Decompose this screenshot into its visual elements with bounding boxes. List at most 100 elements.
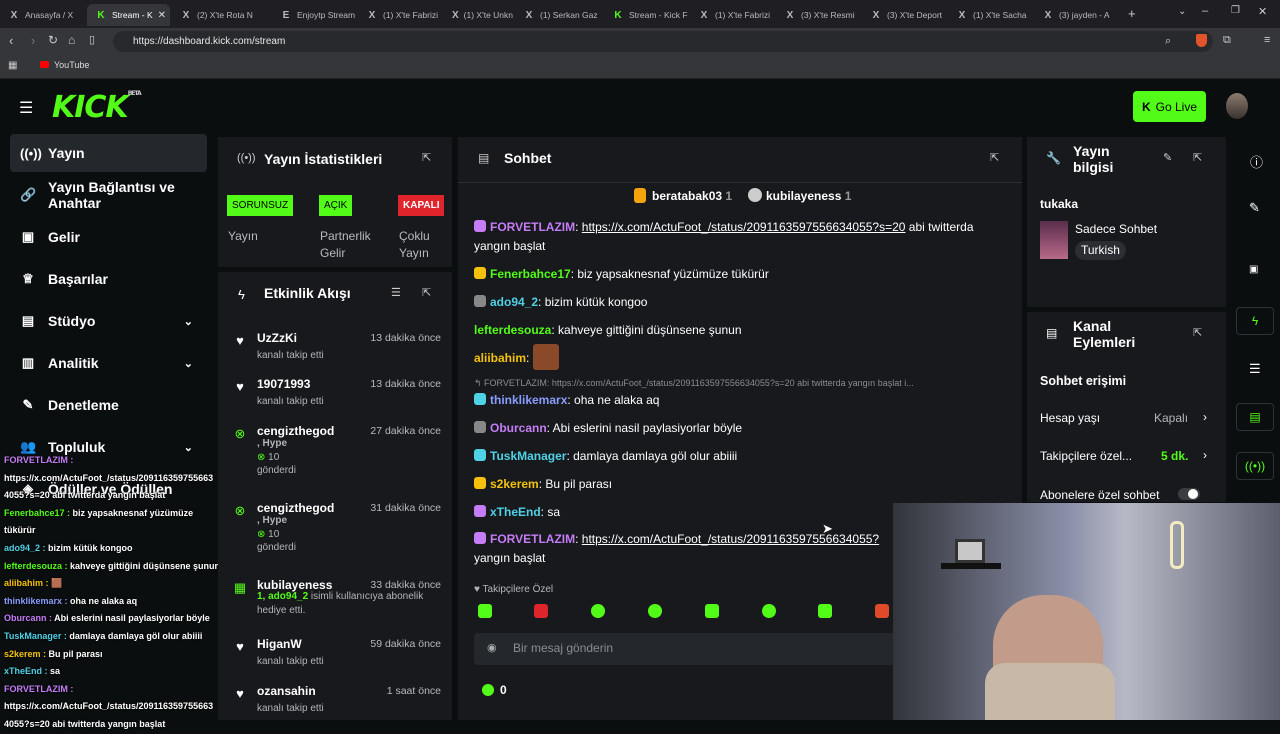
chat-message[interactable]: s2kerem: Bu pil parası xyxy=(474,475,1014,494)
sidebar-item[interactable]: ✎ Denetleme xyxy=(10,386,207,424)
brave-shield-icon[interactable] xyxy=(1196,34,1207,47)
browser-tab[interactable]: X (1) X'te Sacha xyxy=(948,4,1032,26)
subscriber-only-toggle[interactable] xyxy=(1178,488,1200,500)
tab-close-icon[interactable]: ✕ xyxy=(158,10,166,21)
emote-icon[interactable] xyxy=(534,604,548,618)
emote-icon[interactable] xyxy=(762,604,776,618)
sidebar-item[interactable]: ▤ Stüdyo ⌄ xyxy=(10,302,207,340)
popout-icon[interactable]: ⇱ xyxy=(422,151,431,164)
menu-icon[interactable]: ≡ xyxy=(1264,34,1270,46)
go-live-button[interactable]: K Go Live xyxy=(1133,91,1206,122)
chat-username[interactable]: thinklikemarx xyxy=(490,393,567,407)
broadcast-toggle-icon[interactable]: ((•)) xyxy=(1236,452,1274,480)
url-field[interactable]: https://dashboard.kick.com/stream xyxy=(113,31,1213,52)
chat-input[interactable]: ◉ Bir mesaj gönderin xyxy=(474,633,904,665)
browser-tab[interactable]: X Anasayfa / X xyxy=(0,4,85,26)
filter-icon[interactable]: ☰ xyxy=(391,286,401,299)
video-icon[interactable]: ▣ xyxy=(1249,264,1258,275)
chat-username[interactable]: Fenerbahce17 xyxy=(490,267,571,281)
extensions-icon[interactable]: ⧉ xyxy=(1223,34,1231,47)
hamburger-menu-icon[interactable]: ☰ xyxy=(19,98,33,118)
chat-message[interactable]: thinklikemarx: oha ne alaka aq xyxy=(474,391,1014,410)
sidebar-item[interactable]: ▣ Gelir xyxy=(10,218,207,256)
chat-message[interactable]: Oburcann: Abi eslerini nasil paylasiyorl… xyxy=(474,419,1014,438)
followers-only-value[interactable]: 5 dk. xyxy=(1161,449,1188,463)
popout-icon[interactable]: ⇱ xyxy=(1193,326,1202,339)
chat-username[interactable]: s2kerem xyxy=(490,477,539,491)
browser-tab[interactable]: X (3) X'te Resmi xyxy=(776,4,860,26)
chat-username[interactable]: TuskManager xyxy=(490,449,566,463)
close-window-button[interactable]: ✕ xyxy=(1258,5,1267,18)
chat-username[interactable]: lefterdesouza xyxy=(474,323,551,337)
popout-icon[interactable]: ⇱ xyxy=(1193,151,1202,164)
activity-item[interactable]: ⊗ cengizthegod 31 dakika önce, Hype ⊗ 10 gön… xyxy=(230,501,452,553)
info-icon[interactable]: ⓘ xyxy=(1250,152,1263,171)
browser-tab[interactable]: X (3) jayden - A xyxy=(1034,4,1114,26)
list-icon[interactable]: ☰ xyxy=(1249,361,1261,377)
activity-item[interactable]: ⊗ cengizthegod 27 dakika önce, Hype ⊗ 10 gön… xyxy=(230,424,452,476)
chat-link[interactable]: https://x.com/ActuFoot_/status/209116359… xyxy=(582,220,906,234)
activity-item[interactable]: ♥ 19071993 13 dakika önce kanalı takip etti xyxy=(230,377,452,427)
back-icon[interactable]: ‹ xyxy=(9,33,13,48)
sidebar-item[interactable]: 🔗 Yayın Bağlantısı ve Anahtar xyxy=(10,176,207,214)
emote-icon[interactable] xyxy=(591,604,605,618)
sidebar-item[interactable]: ▥ Analitik ⌄ xyxy=(10,344,207,382)
browser-tab[interactable]: X (1) X'te Fabrizi xyxy=(690,4,774,26)
chevron-right-icon[interactable]: › xyxy=(1203,410,1207,424)
reload-icon[interactable]: ↻ xyxy=(48,33,58,47)
home-icon[interactable]: ⌂ xyxy=(68,33,75,47)
chevron-down-icon[interactable]: ⌄ xyxy=(184,315,193,328)
activity-item[interactable]: ▦ kubilayeness 33 dakika önce 1, ado94_2 is… xyxy=(230,578,452,628)
browser-tab[interactable]: K Stream - K ✕ xyxy=(87,4,170,26)
tab-list-chevron-icon[interactable]: ⌄ xyxy=(1178,6,1186,17)
emote-icon[interactable] xyxy=(705,604,719,618)
chat-username[interactable]: Oburcann xyxy=(490,421,547,435)
bookmark-icon[interactable]: ▯ xyxy=(89,33,95,46)
chat-message[interactable]: Fenerbahce17: biz yapsaknesnaf yüzümüze … xyxy=(474,265,1014,284)
chat-message[interactable]: TuskManager: damlaya damlaya göl olur ab… xyxy=(474,447,1014,466)
avatar[interactable] xyxy=(1226,93,1248,119)
chat-username[interactable]: ado94_2 xyxy=(490,295,538,309)
kick-logo[interactable]: KICKBETA xyxy=(52,90,142,125)
account-age-value[interactable]: Kapalı xyxy=(1154,411,1188,425)
emote-icon[interactable] xyxy=(875,604,889,618)
top-gifter-2[interactable]: kubilayeness 1 xyxy=(766,189,851,203)
top-gifter-1[interactable]: beratabak03 1 xyxy=(652,189,732,203)
chat-username[interactable]: FORVETLAZIM xyxy=(490,220,575,234)
browser-tab[interactable]: K Stream - Kick F xyxy=(604,4,688,26)
popout-icon[interactable]: ⇱ xyxy=(422,286,431,299)
emote-icon[interactable] xyxy=(478,604,492,618)
forward-icon[interactable]: › xyxy=(31,33,35,48)
chat-toggle-icon[interactable]: ▤ xyxy=(1236,403,1274,431)
bookmark-youtube[interactable]: YouTube xyxy=(54,60,89,70)
browser-tab[interactable]: X (1) X'te Fabrizi xyxy=(358,4,442,26)
sidebar-item[interactable]: ♕ Başarılar xyxy=(10,260,207,298)
browser-tab[interactable]: X (1) X'te Unkno xyxy=(444,4,513,26)
browser-tab[interactable]: X (2) X'te Rota N xyxy=(172,4,270,26)
chat-message[interactable]: FORVETLAZIM: https://x.com/ActuFoot_/sta… xyxy=(474,218,1009,256)
bolt-toggle-icon[interactable]: ϟ xyxy=(1236,307,1274,335)
zoom-icon[interactable]: ⌕ xyxy=(1165,35,1171,48)
activity-item[interactable]: ♥ UzZzKi 13 dakika önce kanalı takip etti xyxy=(230,331,452,381)
browser-tab[interactable]: X (3) X'te Deport xyxy=(862,4,946,26)
apps-grid-icon[interactable]: ▦ xyxy=(8,60,17,71)
browser-tab[interactable]: E Enjoytp Stream xyxy=(272,4,356,26)
restore-button[interactable]: ❐ xyxy=(1231,5,1240,16)
chat-message[interactable]: ado94_2: bizim kütük kongoo xyxy=(474,293,1014,312)
edit-icon[interactable]: ✎ xyxy=(1163,151,1172,164)
sidebar-item[interactable]: ((•)) Yayın xyxy=(10,134,207,172)
chevron-right-icon[interactable]: › xyxy=(1203,448,1207,462)
activity-item[interactable]: ♥ HiganW 59 dakika önce kanalı takip etti xyxy=(230,637,452,687)
pencil-icon[interactable]: ✎ xyxy=(1249,200,1260,216)
chat-message[interactable]: lefterdesouza: kahveye gittiğini düşünse… xyxy=(474,321,1014,340)
chat-username[interactable]: FORVETLAZIM xyxy=(490,532,575,546)
popout-icon[interactable]: ⇱ xyxy=(990,151,999,164)
new-tab-button[interactable]: + xyxy=(1128,6,1136,21)
emote-icon[interactable] xyxy=(648,604,662,618)
activity-item[interactable]: ♥ ozansahin 1 saat önce kanalı takip etti xyxy=(230,684,452,734)
chat-username[interactable]: xTheEnd xyxy=(490,505,541,519)
browser-tab[interactable]: X (1) Serkan Gaz xyxy=(515,4,602,26)
minimize-button[interactable]: – xyxy=(1202,5,1208,17)
chat-username[interactable]: aliibahim xyxy=(474,351,526,365)
emote-icon[interactable] xyxy=(818,604,832,618)
